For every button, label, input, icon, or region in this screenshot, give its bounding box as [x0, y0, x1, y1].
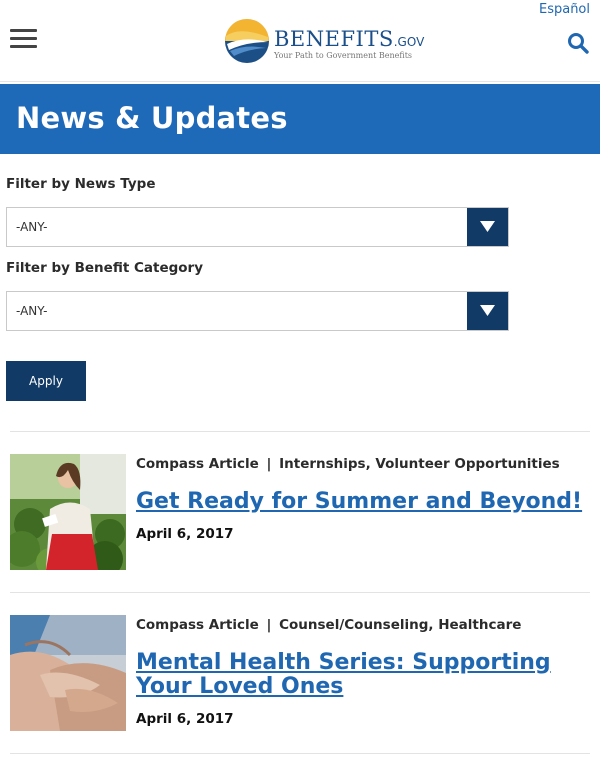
- article-type: Compass Article: [136, 456, 259, 472]
- article-meta: Compass Article | Counsel/Counseling, He…: [136, 617, 521, 633]
- article-categories: Internships, Volunteer Opportunities: [279, 456, 560, 472]
- news-type-filter-label: Filter by News Type: [6, 176, 156, 192]
- logo-suffix: .GOV: [393, 35, 425, 49]
- article-date: April 6, 2017: [136, 526, 234, 542]
- news-type-selected-value: -ANY-: [16, 220, 48, 234]
- espanol-link[interactable]: Español: [539, 2, 590, 17]
- benefit-category-filter-label: Filter by Benefit Category: [6, 260, 204, 276]
- apply-button[interactable]: Apply: [6, 361, 86, 401]
- article-title-link[interactable]: Get Ready for Summer and Beyond!: [136, 490, 586, 514]
- divider: [10, 592, 590, 593]
- search-icon[interactable]: [567, 32, 589, 54]
- divider: [10, 431, 590, 432]
- divider: [10, 753, 590, 754]
- article-thumbnail-gardener[interactable]: [10, 454, 126, 570]
- article-title-link[interactable]: Mental Health Series: Supporting Your Lo…: [136, 651, 586, 699]
- page-banner: News & Updates: [0, 84, 600, 154]
- article-thumbnail-holding-hands[interactable]: [10, 615, 126, 731]
- news-type-dropdown-arrow[interactable]: [467, 208, 508, 246]
- benefit-category-select[interactable]: -ANY-: [6, 291, 509, 331]
- article-date: April 6, 2017: [136, 711, 234, 727]
- meta-separator: |: [266, 617, 272, 633]
- benefit-category-selected-value: -ANY-: [16, 304, 48, 318]
- article-categories: Counsel/Counseling, Healthcare: [279, 617, 522, 633]
- logo-name: BENEFITS: [274, 27, 394, 51]
- logo-emblem-icon: [225, 19, 269, 63]
- benefits-gov-logo[interactable]: BENEFITS.GOV Your Path to Government Ben…: [224, 18, 424, 66]
- site-header: BENEFITS.GOV Your Path to Government Ben…: [0, 0, 600, 82]
- page-title: News & Updates: [16, 101, 288, 135]
- news-type-select[interactable]: -ANY-: [6, 207, 509, 247]
- article-type: Compass Article: [136, 617, 259, 633]
- chevron-down-icon: [480, 221, 495, 232]
- logo-tagline: Your Path to Government Benefits: [274, 51, 413, 60]
- hamburger-menu-icon[interactable]: [10, 29, 37, 51]
- article-meta: Compass Article | Internships, Volunteer…: [136, 456, 560, 472]
- benefit-category-dropdown-arrow[interactable]: [467, 292, 508, 330]
- chevron-down-icon: [480, 305, 495, 316]
- meta-separator: |: [266, 456, 272, 472]
